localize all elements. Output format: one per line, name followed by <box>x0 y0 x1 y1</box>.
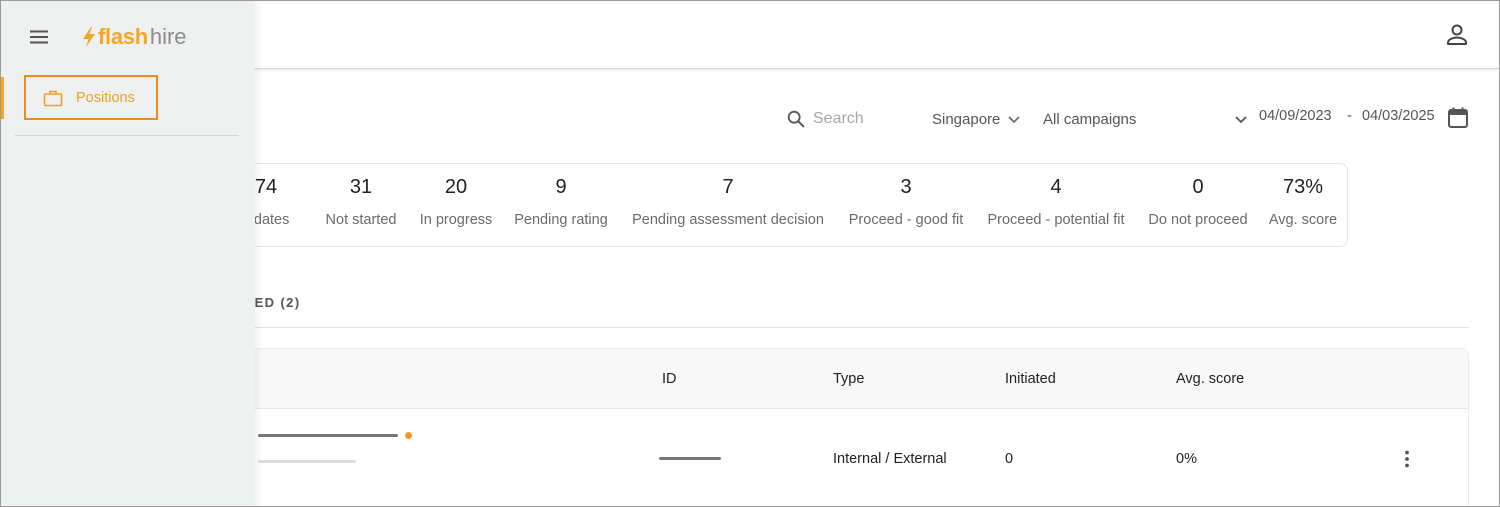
stat-label: Avg. score <box>1268 212 1338 228</box>
drawer-divider <box>15 135 239 136</box>
campaign-select[interactable]: All campaigns <box>1043 107 1249 131</box>
stat-value: 20 <box>444 176 468 198</box>
position-subtitle-placeholder <box>258 460 356 463</box>
app-window: Singapore All campaigns 04/09/2023 - 04/… <box>0 0 1500 507</box>
more-vert-icon[interactable] <box>1397 449 1417 469</box>
stat-label: Proceed - potential fit <box>987 212 1125 228</box>
date-separator: - <box>1347 108 1352 124</box>
column-header-id[interactable]: ID <box>662 371 677 387</box>
sidebar-item-positions[interactable]: Positions <box>24 75 158 120</box>
stat-value: 0 <box>1192 176 1204 198</box>
logo-flash-text: flash <box>98 24 148 49</box>
stat-label: Pending assessment decision <box>632 212 824 228</box>
chevron-down-icon <box>1235 116 1247 124</box>
stat-label: Do not proceed <box>1148 212 1248 228</box>
country-select-value: Singapore <box>932 110 1001 128</box>
stat-value: 74 <box>254 176 278 198</box>
stat-value: 9 <box>555 176 567 198</box>
stat-value: 4 <box>1050 176 1062 198</box>
column-header-avg-score[interactable]: Avg. score <box>1176 371 1244 387</box>
person-icon <box>1447 24 1467 45</box>
account-button[interactable] <box>1443 21 1471 49</box>
position-id-placeholder <box>659 457 721 460</box>
new-indicator-dot <box>405 432 412 439</box>
stat-label: Proceed - good fit <box>848 212 964 228</box>
tabs-divider <box>181 327 1469 328</box>
search-icon <box>787 110 805 128</box>
stat-value: 7 <box>722 176 734 198</box>
cell-type: Internal / External <box>833 451 947 467</box>
cell-avg-score: 0% <box>1176 451 1197 467</box>
search-input[interactable] <box>813 107 913 131</box>
stat-value: 31 <box>349 176 373 198</box>
stat-label: Not started <box>325 212 397 228</box>
stat-value: 3 <box>900 176 912 198</box>
briefcase-icon <box>43 90 63 106</box>
positions-table: ID Type Initiated Avg. score Internal / … <box>181 348 1469 506</box>
campaign-select-value: All campaigns <box>1043 110 1137 128</box>
cell-initiated: 0 <box>1005 451 1014 467</box>
logo-hire-text: hire <box>149 24 187 49</box>
lightning-bolt-icon <box>83 27 95 47</box>
column-header-initiated[interactable]: Initiated <box>1005 371 1056 387</box>
stat-value: 73% <box>1282 176 1324 198</box>
date-to-field[interactable]: 04/03/2025 <box>1362 108 1435 124</box>
calendar-icon[interactable] <box>1445 105 1471 131</box>
chevron-down-icon <box>1008 116 1020 124</box>
position-name-placeholder[interactable] <box>258 434 398 437</box>
menu-icon[interactable] <box>27 25 51 49</box>
active-nav-indicator <box>1 77 4 119</box>
date-from-field[interactable]: 04/09/2023 <box>1259 108 1332 124</box>
sidebar-item-label: Positions <box>76 89 135 106</box>
stat-label: In progress <box>419 212 493 228</box>
flashhire-logo[interactable]: flash hire <box>81 23 187 51</box>
country-select[interactable]: Singapore <box>932 107 1022 131</box>
stats-summary-card: 74 didates 31 Not started 20 In progress… <box>181 163 1348 247</box>
stat-label: Pending rating <box>514 212 608 228</box>
nav-drawer: flash hire Positions <box>1 1 255 506</box>
table-header: ID Type Initiated Avg. score <box>182 349 1468 409</box>
column-header-type[interactable]: Type <box>833 371 864 387</box>
